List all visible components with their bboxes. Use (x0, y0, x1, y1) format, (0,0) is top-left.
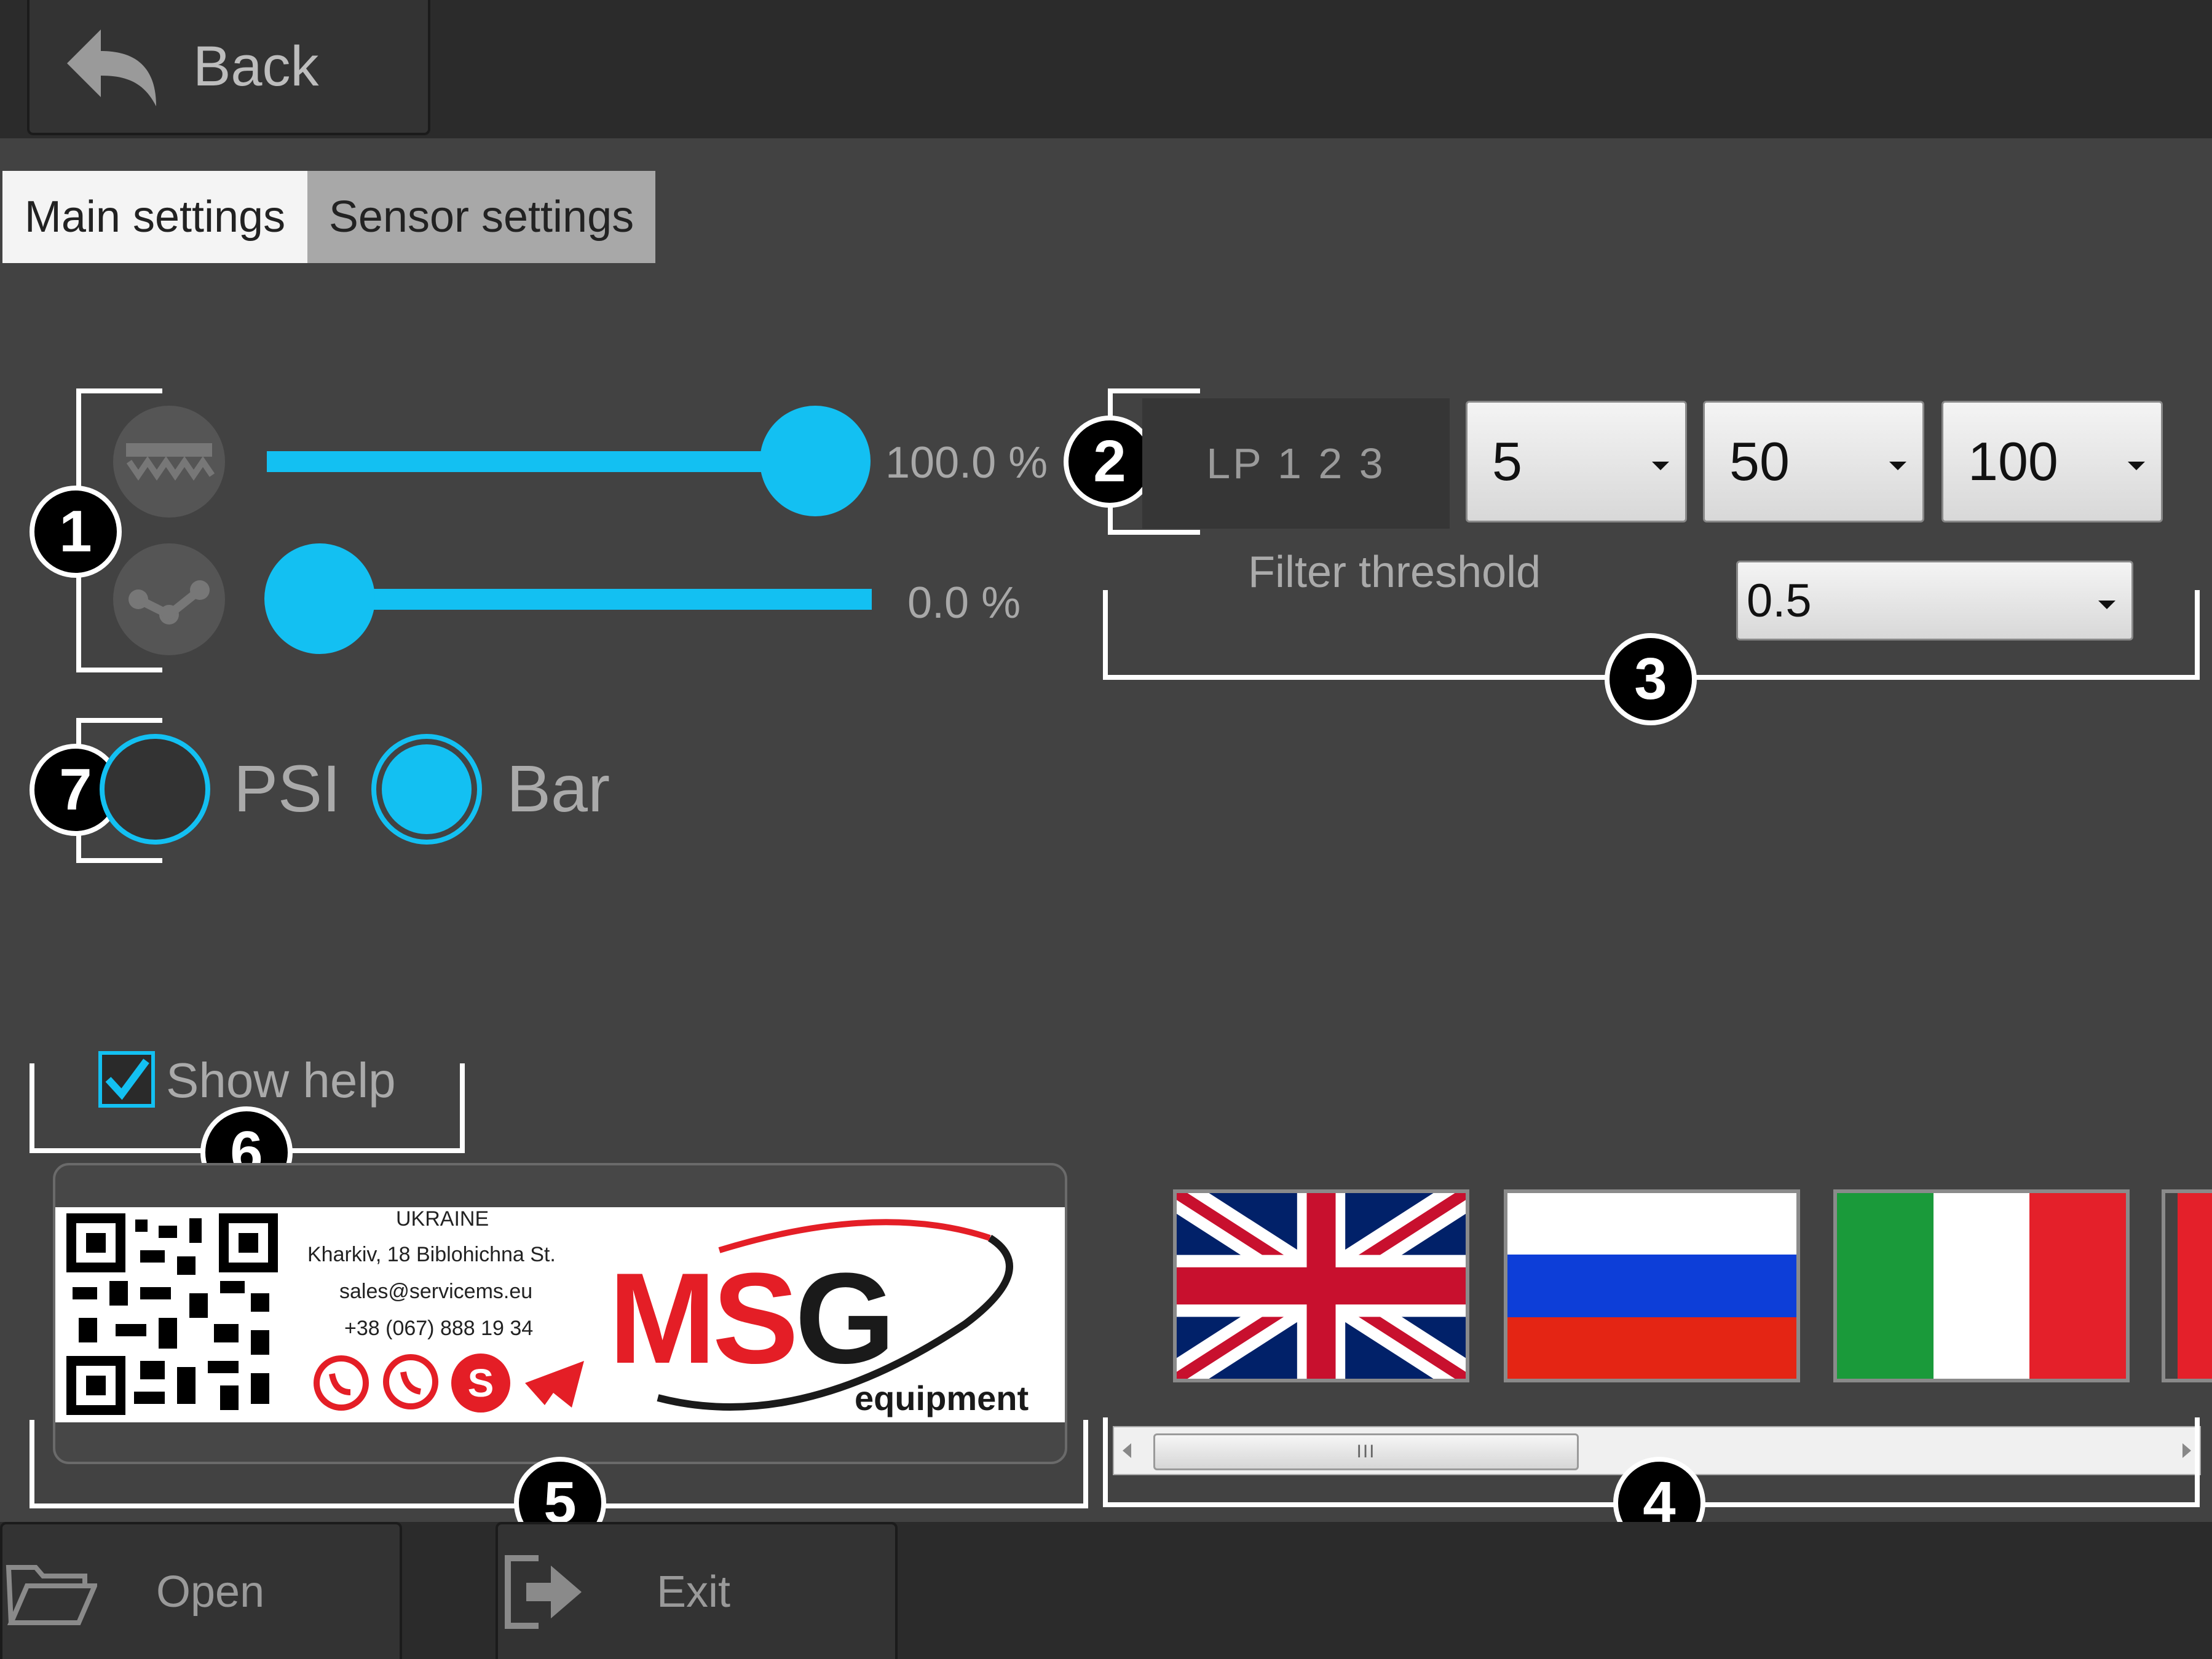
belt-icon (113, 406, 225, 518)
filter-threshold-label: Filter threshold (1248, 548, 1541, 597)
chain-icon (113, 543, 225, 655)
bar-radio[interactable] (371, 734, 482, 845)
info-email: sales@servicems.eu (339, 1280, 533, 1303)
chevron-down-icon (2098, 601, 2115, 609)
lowpass-label: LP 1 2 3 (1142, 398, 1450, 529)
tab-sensor-settings[interactable]: Sensor settings (307, 171, 655, 263)
logo-ms: MS (609, 1246, 799, 1390)
lowpass-dropdown-3[interactable]: 100 (1941, 401, 2163, 522)
bar-label: Bar (507, 751, 610, 826)
info-phone: +38 (067) 888 19 34 (344, 1317, 534, 1340)
open-button[interactable]: Open (0, 1522, 402, 1659)
skype-icon: S (451, 1354, 510, 1413)
viber-icon (383, 1354, 438, 1409)
tab-main-settings[interactable]: Main settings (2, 171, 307, 263)
callout-badge-1: 1 (30, 486, 122, 578)
folder-icon (6, 1564, 97, 1625)
filter-threshold-dropdown[interactable]: 0.5 (1736, 561, 2133, 640)
chevron-down-icon (2128, 462, 2145, 470)
company-info-card: UKRAINE Kharkiv, 18 Biblohichna St. sale… (55, 1207, 1065, 1422)
chevron-down-icon (1652, 462, 1669, 470)
filter-threshold-value: 0.5 (1747, 574, 1812, 627)
lowpass-value-3: 100 (1968, 431, 2058, 492)
partial-flag[interactable] (2162, 1189, 2212, 1382)
logo-g: G (795, 1246, 895, 1390)
belt-slider-track[interactable] (267, 451, 820, 472)
italy-flag[interactable] (1833, 1189, 2130, 1382)
msg-logo: MSG (609, 1244, 895, 1393)
checkmark-icon (105, 1058, 149, 1100)
belt-slider-handle[interactable] (760, 406, 871, 516)
svg-text:S: S (468, 1361, 494, 1405)
telegram-icon (525, 1361, 584, 1408)
qr-code-icon (66, 1213, 280, 1416)
lowpass-value-1: 5 (1492, 431, 1522, 492)
uk-flag[interactable] (1173, 1189, 1469, 1382)
back-arrow-icon (67, 30, 156, 106)
callout-badge-3: 3 (1605, 633, 1697, 725)
belt-slider-value: 100.0 % (885, 438, 1048, 487)
open-label: Open (156, 1567, 265, 1617)
chain-slider-handle[interactable] (264, 543, 375, 654)
psi-label: PSI (234, 751, 341, 826)
info-address: Kharkiv, 18 Biblohichna St. (307, 1243, 556, 1266)
exit-button[interactable]: Exit (496, 1522, 898, 1659)
lowpass-dropdown-2[interactable]: 50 (1703, 401, 1924, 522)
chain-slider-value: 0.0 % (907, 578, 1021, 628)
back-label: Back (193, 34, 319, 98)
russia-flag[interactable] (1504, 1189, 1800, 1382)
lowpass-dropdown-1[interactable]: 5 (1466, 401, 1687, 522)
logo-subtitle: equipment (855, 1379, 1029, 1417)
show-help-checkbox[interactable] (98, 1051, 155, 1108)
info-country: UKRAINE (396, 1207, 489, 1231)
whatsapp-icon (314, 1355, 369, 1411)
chevron-down-icon (1889, 462, 1906, 470)
psi-radio[interactable] (100, 734, 210, 845)
exit-label: Exit (657, 1567, 731, 1617)
lowpass-value-2: 50 (1729, 431, 1790, 492)
radio-selected-dot (382, 744, 472, 834)
show-help-label: Show help (166, 1053, 396, 1108)
back-button[interactable]: Back (27, 0, 430, 135)
exit-icon (505, 1555, 582, 1629)
